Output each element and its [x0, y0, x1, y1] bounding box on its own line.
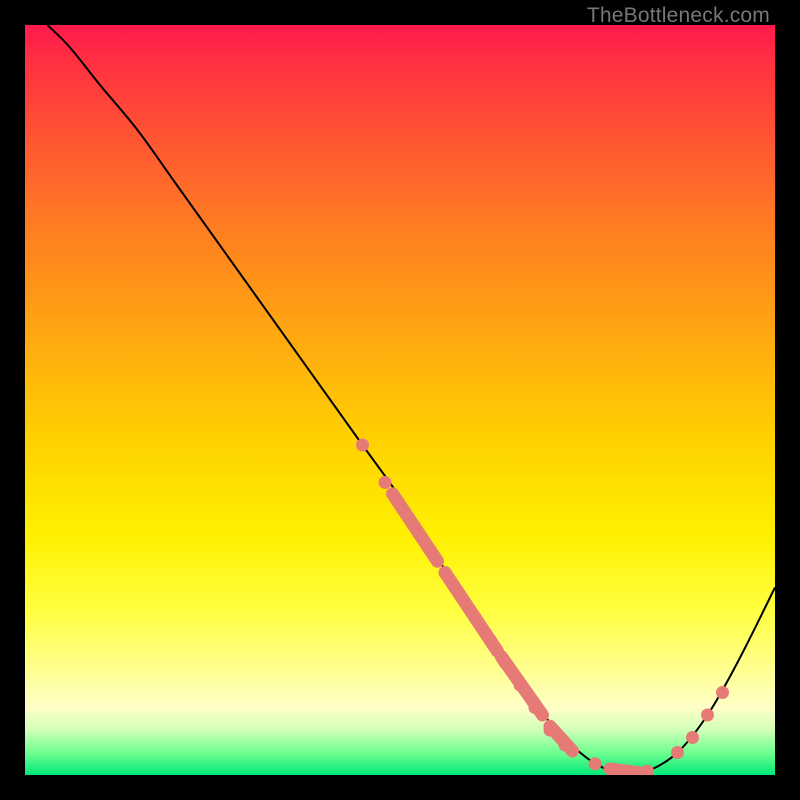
- marker-dot: [686, 731, 699, 744]
- marker-dot: [379, 476, 392, 489]
- marker-dot: [514, 679, 527, 692]
- marker-dot: [589, 757, 602, 770]
- marker-dot: [716, 686, 729, 699]
- marker-dot: [469, 611, 482, 624]
- marker-dot: [701, 709, 714, 722]
- marker-dot: [529, 701, 542, 714]
- watermark-text: TheBottleneck.com: [587, 4, 770, 28]
- chart-svg: [25, 25, 775, 775]
- bottleneck-curve: [48, 25, 776, 775]
- marker-dots-group: [356, 439, 729, 776]
- marker-dot: [409, 521, 422, 534]
- marker-dot: [356, 439, 369, 452]
- marker-dot: [424, 544, 437, 557]
- marker-dot: [641, 765, 654, 775]
- marker-dot: [544, 724, 557, 737]
- marker-dot: [484, 634, 497, 647]
- marker-dot: [499, 656, 512, 669]
- chart-plot-area: [25, 25, 775, 775]
- marker-dot: [439, 566, 452, 579]
- marker-dot: [454, 589, 467, 602]
- marker-dot: [671, 746, 684, 759]
- marker-dot: [559, 739, 572, 752]
- marker-bars-group: [393, 494, 641, 773]
